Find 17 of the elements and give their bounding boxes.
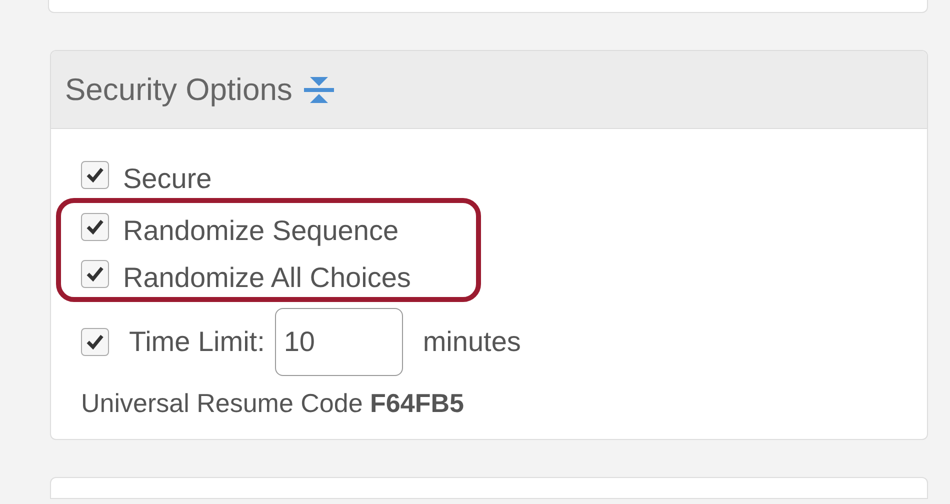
checkbox[interactable] [81,260,109,288]
checkbox[interactable] [81,212,109,240]
resume-code-text: Universal Resume Code F64FB5 [81,388,465,419]
checkbox[interactable] [81,160,109,188]
collapse-icon[interactable] [304,74,334,104]
panel-title: Security Options [65,72,292,108]
option-label: Secure [123,162,212,194]
checkmark-icon [86,266,104,282]
checkmark-icon [86,334,104,350]
checkmark-icon [86,166,104,182]
minutes-label: minutes [422,326,521,358]
option-label: Randomize Sequence [123,214,399,246]
checkmark-icon [86,218,104,234]
checkbox[interactable] [81,328,109,356]
time-limit-input[interactable]: 10 [274,308,403,376]
option-label: Randomize All Choices [123,262,411,294]
time-limit-label: Time Limit: [129,326,265,358]
